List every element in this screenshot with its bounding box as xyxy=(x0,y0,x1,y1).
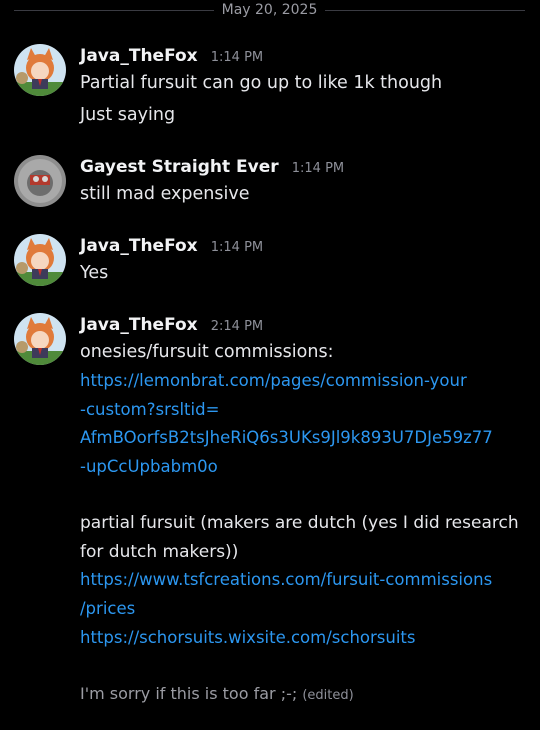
timestamp: 1:14 PM xyxy=(291,161,345,176)
link-lemonbrat[interactable]: -custom?srsltid= xyxy=(80,400,219,419)
message-last-line: I'm sorry if this is too far ;-; xyxy=(80,684,298,703)
avatar-java-thefox[interactable] xyxy=(14,313,66,365)
link-schorsuits[interactable]: https://schorsuits.wixsite.com/schorsuit… xyxy=(80,628,416,647)
avatar-gayest-straight-ever[interactable] xyxy=(14,155,66,207)
link-tsfcreations[interactable]: /prices xyxy=(80,599,135,618)
message-header: Java_TheFox 1:14 PM xyxy=(80,236,263,256)
message-text: Partial fursuit can go up to like 1k tho… xyxy=(80,73,443,93)
message-text: for dutch makers)) xyxy=(80,542,239,562)
username[interactable]: Gayest Straight Ever xyxy=(80,157,279,177)
avatar-java-thefox[interactable] xyxy=(14,234,66,286)
message-group: Java_TheFox 1:14 PM Yes xyxy=(0,232,540,292)
link-tsfcreations[interactable]: https://www.tsfcreations.com/fursuit-com… xyxy=(80,570,492,589)
username[interactable]: Java_TheFox xyxy=(80,315,198,335)
date-divider: May 20, 2025 xyxy=(0,0,540,22)
timestamp: 2:14 PM xyxy=(210,319,264,334)
timestamp: 1:14 PM xyxy=(210,240,264,255)
message-text: Yes xyxy=(80,263,109,283)
message-group: Java_TheFox 2:14 PM onesies/fursuit comm… xyxy=(0,311,540,721)
divider-line-left xyxy=(14,10,214,11)
divider-date: May 20, 2025 xyxy=(221,2,318,18)
avatar-java-thefox[interactable] xyxy=(14,44,66,96)
message-text: still mad expensive xyxy=(80,184,250,204)
message-header: Java_TheFox 2:14 PM xyxy=(80,315,263,335)
message-group: Java_TheFox 1:14 PM Partial fursuit can … xyxy=(0,42,540,132)
message-group: Gayest Straight Ever 1:14 PM still mad e… xyxy=(0,153,540,213)
divider-line-right xyxy=(325,10,525,11)
message-text: Just saying xyxy=(80,105,176,125)
message-header: Java_TheFox 1:14 PM xyxy=(80,46,263,66)
message-text: partial fursuit (makers are dutch (yes I… xyxy=(80,513,519,533)
username[interactable]: Java_TheFox xyxy=(80,236,198,256)
link-lemonbrat[interactable]: -upCcUpbabm0o xyxy=(80,457,218,476)
message-text-muted: I'm sorry if this is too far ;-; (edited… xyxy=(80,684,354,703)
link-lemonbrat[interactable]: AfmBOorfsB2tsJheRiQ6s3UKs9Jl9k893U7DJe59… xyxy=(80,428,493,447)
message-header: Gayest Straight Ever 1:14 PM xyxy=(80,157,344,177)
link-lemonbrat[interactable]: https://lemonbrat.com/pages/commission-y… xyxy=(80,371,467,390)
edited-label: (edited) xyxy=(302,688,354,703)
message-text: onesies/fursuit commissions: xyxy=(80,342,334,362)
timestamp: 1:14 PM xyxy=(210,50,264,65)
username[interactable]: Java_TheFox xyxy=(80,46,198,66)
